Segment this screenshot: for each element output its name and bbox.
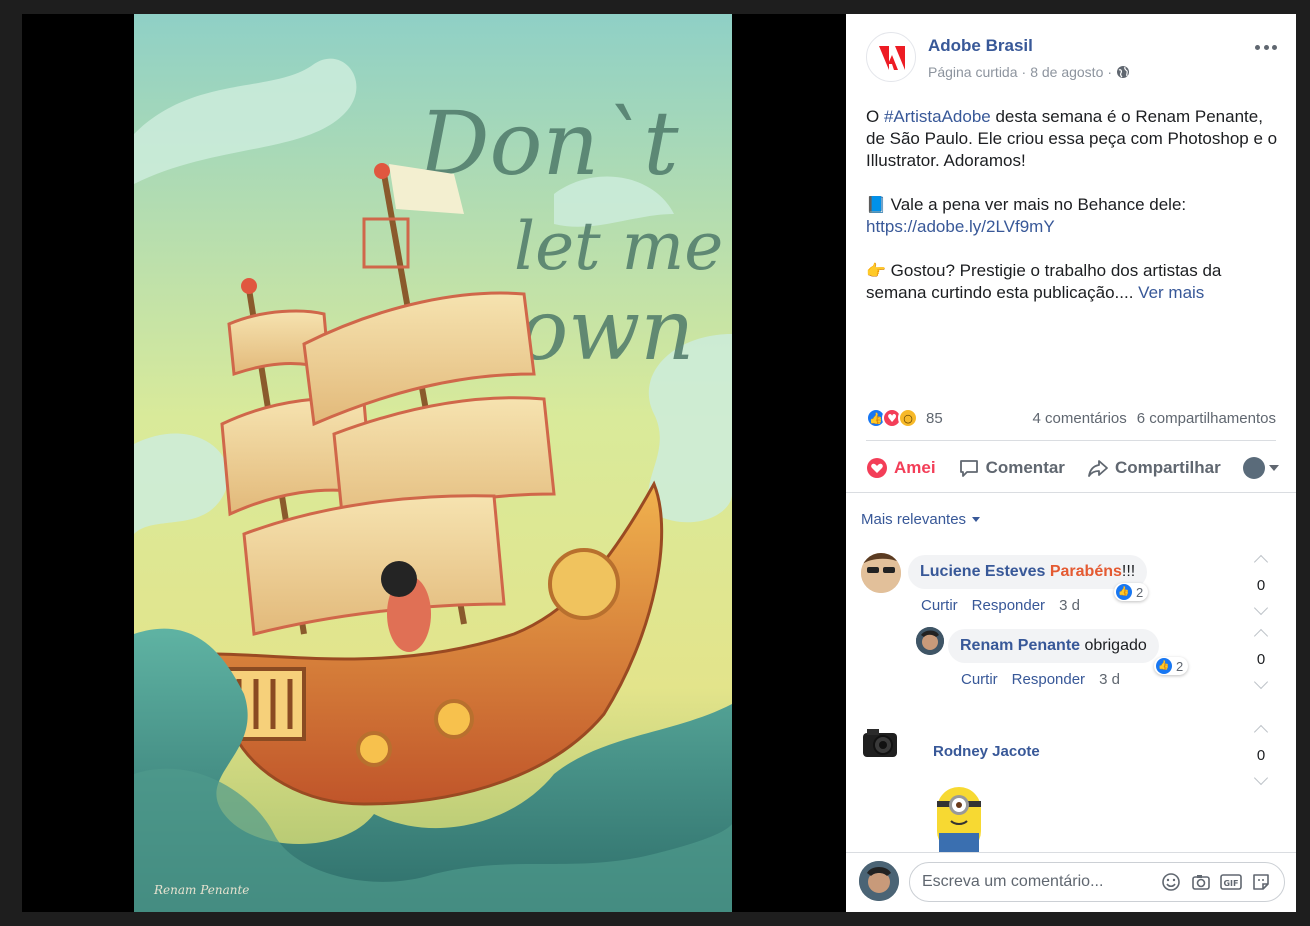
avatar[interactable] — [861, 723, 901, 763]
comment-author[interactable]: Luciene Esteves — [920, 563, 1045, 580]
post-as-selector[interactable] — [1242, 457, 1279, 479]
see-more-link[interactable]: Ver mais — [1138, 283, 1204, 302]
comment-text: obrigado — [1084, 637, 1147, 654]
artist-signature: Renam Penante — [153, 883, 249, 897]
vote-count: 0 — [1256, 650, 1266, 668]
comment-filter-dropdown[interactable]: Mais relevantes — [861, 511, 981, 528]
comment-like-badge[interactable]: 👍 2 — [1154, 657, 1189, 675]
comment-button[interactable]: Comentar — [958, 457, 1065, 479]
book-emoji-icon: 📘 — [866, 195, 886, 214]
comment-author[interactable]: Rodney Jacote — [933, 743, 1040, 760]
behance-link[interactable]: https://adobe.ly/2LVf9mY — [866, 217, 1055, 236]
comment-meta: Curtir Responder 3 d — [961, 671, 1120, 688]
comment-vote: 0 — [1249, 553, 1273, 617]
page-name[interactable]: Adobe Brasil — [928, 36, 1033, 56]
avatar[interactable] — [916, 627, 944, 655]
hashtag-link[interactable]: #ArtistaAdobe — [884, 107, 991, 126]
share-button[interactable]: Compartilhar — [1087, 457, 1221, 479]
avatar — [1242, 457, 1265, 479]
chevron-down-icon — [1268, 465, 1279, 471]
artwork-photo[interactable]: Don`t let me down Renam Penante — [134, 14, 732, 912]
vote-count: 0 — [1256, 746, 1266, 764]
downvote-icon[interactable] — [1253, 770, 1269, 786]
camera-icon — [863, 729, 897, 757]
globe-icon — [1117, 66, 1130, 78]
pirate-ship-illustration: Don`t let me down Renam Penante — [134, 14, 732, 912]
like-icon: 👍 — [1156, 658, 1172, 674]
post-actions: Amei Comentar Compartilhar — [866, 452, 1279, 484]
comment-item: Luciene Esteves Parabéns!!! 👍 2 Curtir R… — [861, 553, 1281, 623]
love-button[interactable]: Amei — [866, 457, 936, 479]
upvote-icon[interactable] — [1253, 724, 1269, 740]
share-icon — [1087, 457, 1109, 479]
comment-reply-link[interactable]: Responder — [1012, 671, 1085, 688]
comment-count[interactable]: 4 comentários — [1033, 410, 1127, 427]
avatar[interactable] — [861, 553, 901, 593]
comment-like-link[interactable]: Curtir — [961, 671, 998, 688]
divider — [866, 440, 1276, 441]
page-liked-status: Página curtida — [928, 64, 1018, 80]
photo-stage: Don`t let me down Renam Penante — [22, 14, 846, 912]
comment-time[interactable]: 3 d — [1099, 671, 1120, 688]
downvote-icon[interactable] — [1253, 674, 1269, 690]
post-text: O #ArtistaAdobe desta semana é o Renam P… — [866, 107, 1278, 302]
vote-count: 0 — [1256, 576, 1266, 594]
post-header: Adobe Brasil Página curtida · 8 de agost… — [866, 32, 1284, 88]
sticker-image[interactable] — [931, 783, 987, 853]
comment-input-placeholder: Escreva um comentário... — [922, 873, 1104, 890]
wow-reaction-icon: ○ — [898, 408, 918, 428]
reaction-count[interactable]: 85 — [926, 410, 943, 427]
comment-bubble: Renam Penante obrigado — [948, 629, 1159, 663]
camera-icon[interactable] — [1190, 871, 1212, 893]
reply-item: Renam Penante obrigado 👍 2 Curtir Respon… — [861, 627, 1281, 697]
upvote-icon[interactable] — [1253, 628, 1269, 644]
upvote-icon[interactable] — [1253, 554, 1269, 570]
like-icon: 👍 — [1116, 584, 1132, 600]
comment-icon — [958, 457, 980, 479]
pointing-hand-emoji-icon: 👉 — [866, 261, 886, 280]
downvote-icon[interactable] — [1253, 600, 1269, 616]
tagged-text[interactable]: Parabéns — [1050, 563, 1122, 580]
comment-author[interactable]: Renam Penante — [960, 637, 1080, 654]
svg-text:GIF: GIF — [1223, 879, 1238, 888]
comment-input[interactable]: Escreva um comentário... GIF — [909, 862, 1285, 902]
artwork-line1: Don`t — [417, 92, 679, 195]
page-avatar[interactable] — [866, 32, 916, 82]
comment-meta: Curtir Responder 3 d — [921, 597, 1080, 614]
comment-vote: 0 — [1249, 627, 1273, 691]
sticker-icon[interactable] — [1250, 871, 1272, 893]
comment-like-badge[interactable]: 👍 2 — [1114, 583, 1149, 601]
post-meta: Página curtida · 8 de agosto · — [928, 64, 1130, 80]
comment-item: Rodney Jacote 0 — [861, 723, 1281, 853]
post-side-panel: Adobe Brasil Página curtida · 8 de agost… — [846, 14, 1296, 912]
love-reaction-icon — [866, 457, 888, 479]
comment-time[interactable]: 3 d — [1059, 597, 1080, 614]
reactions-summary: 👍 ♥ ○ 85 4 comentários 6 compartilhament… — [866, 406, 1276, 430]
post-date[interactable]: 8 de agosto — [1030, 64, 1103, 80]
more-options-button[interactable] — [1252, 36, 1280, 58]
share-count[interactable]: 6 compartilhamentos — [1137, 410, 1276, 427]
comment-text: !!! — [1121, 563, 1136, 580]
comment-like-link[interactable]: Curtir — [921, 597, 958, 614]
artwork-line2: let me — [514, 208, 723, 285]
comments-section: Mais relevantes Luciene Esteves Parabéns… — [846, 492, 1296, 853]
emoji-icon[interactable] — [1160, 871, 1182, 893]
reaction-icons[interactable]: 👍 ♥ ○ — [866, 408, 918, 428]
gif-icon[interactable]: GIF — [1220, 871, 1242, 893]
avatar[interactable] — [859, 861, 899, 901]
comment-composer: Escreva um comentário... GIF — [846, 852, 1296, 912]
comment-vote: 0 — [1249, 723, 1273, 787]
comment-reply-link[interactable]: Responder — [972, 597, 1045, 614]
chevron-down-icon — [972, 517, 981, 522]
comment-bubble: Luciene Esteves Parabéns!!! — [908, 555, 1148, 589]
adobe-logo-icon — [879, 46, 905, 70]
